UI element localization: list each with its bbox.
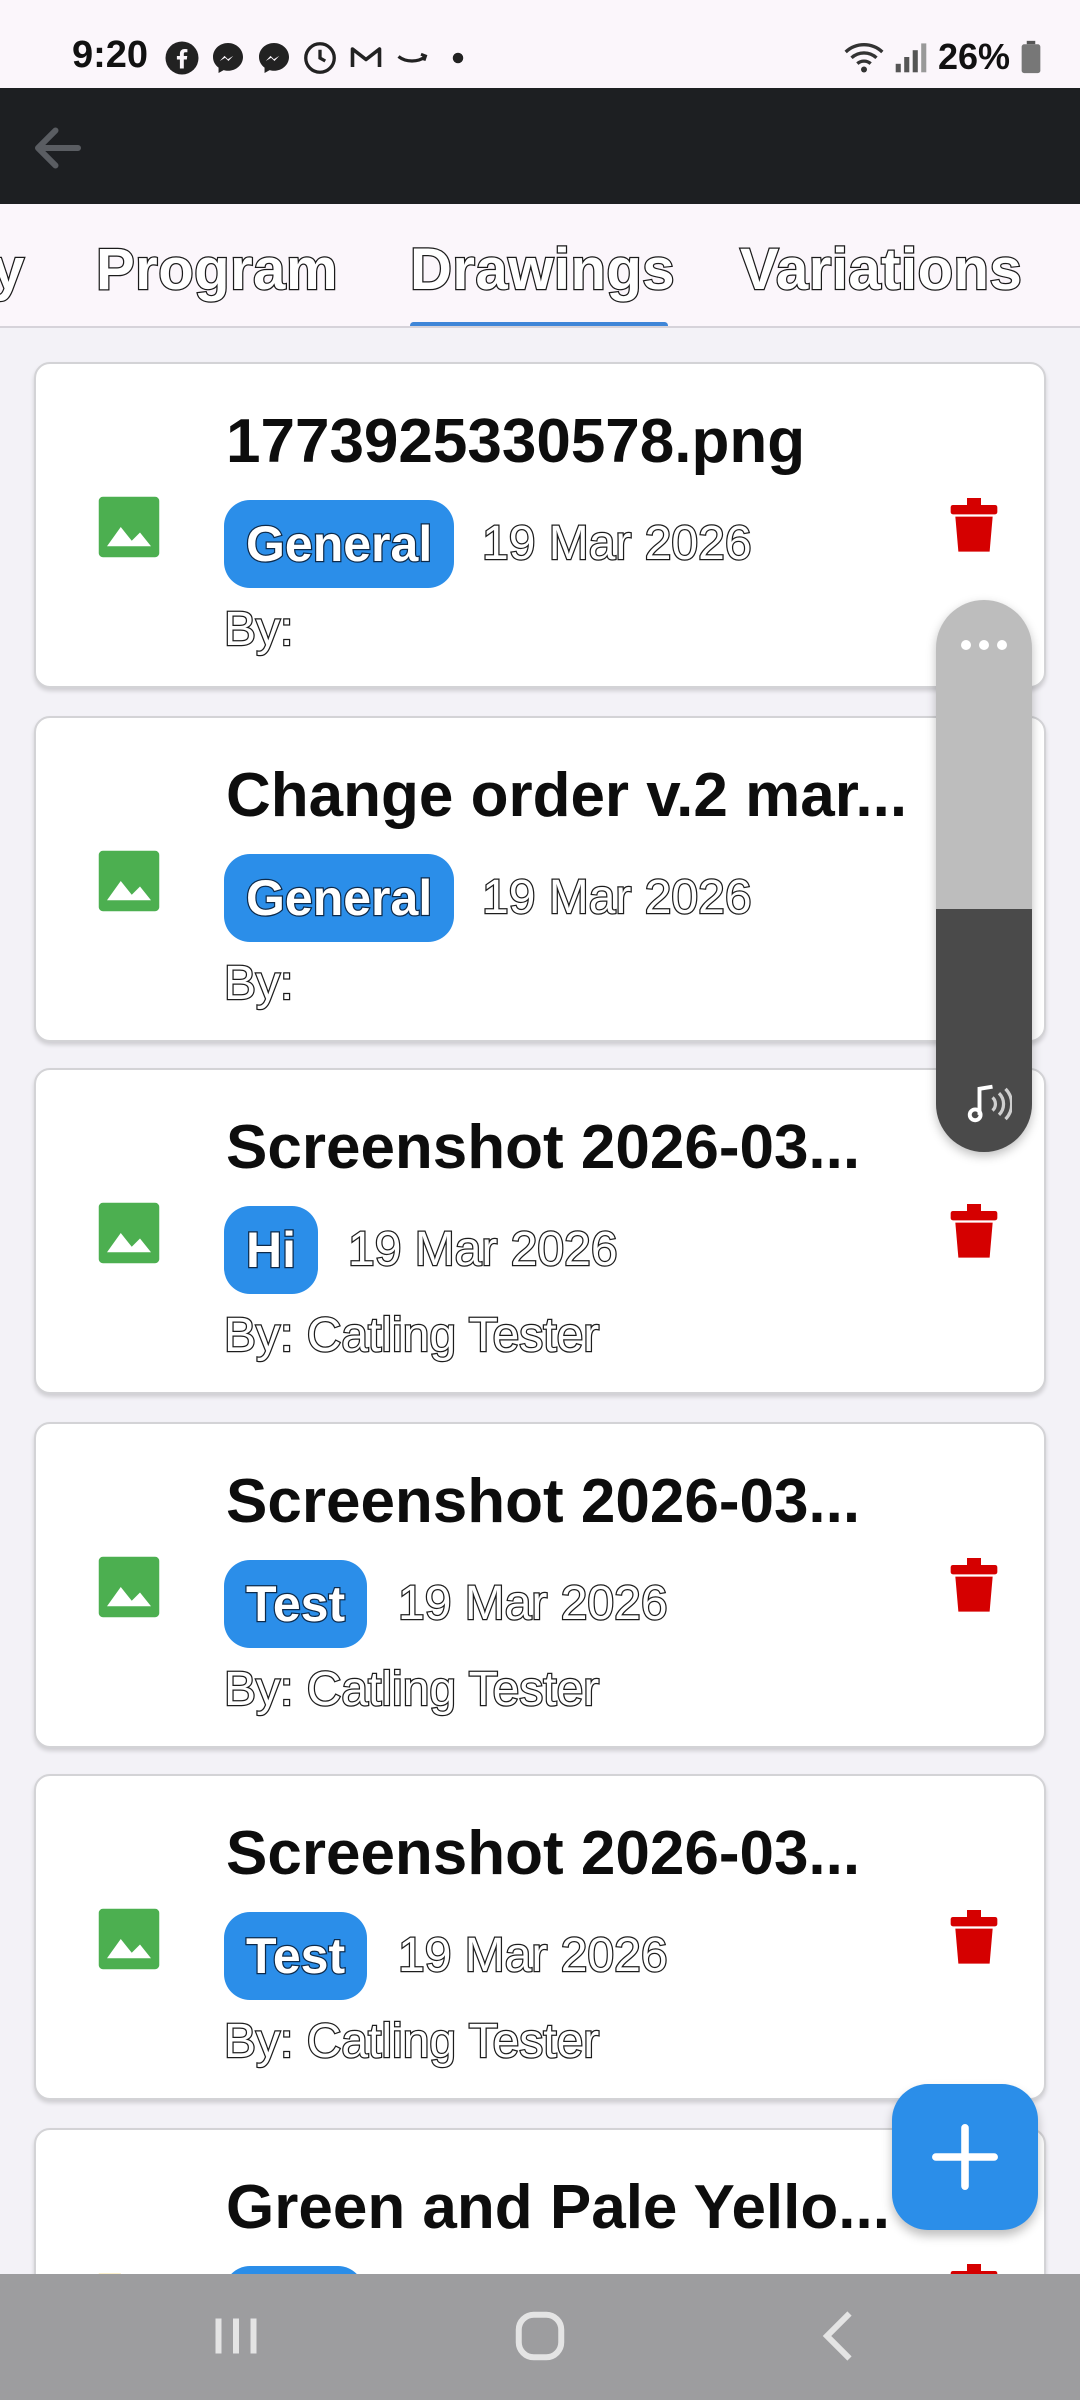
document-author: By: Catling Tester	[223, 2014, 601, 2070]
image-icon	[98, 1202, 160, 1264]
document-title: Screenshot 2026-03...	[226, 1819, 861, 1888]
plus-icon	[932, 2124, 998, 2190]
signal-icon	[895, 43, 927, 73]
image-icon	[98, 1908, 160, 1970]
system-nav-bar	[0, 2274, 1080, 2400]
status-bar: 9:20 26%	[0, 0, 1080, 88]
document-card[interactable]: Screenshot 2026-03... Test 19 Mar 2026 B…	[34, 1774, 1046, 2100]
home-icon[interactable]	[510, 2306, 570, 2366]
document-date: 19 Mar 2026	[347, 1222, 619, 1278]
image-icon	[98, 496, 160, 558]
document-date: 19 Mar 2026	[397, 1928, 669, 1984]
document-title: Change order v.2 mar...	[226, 761, 908, 830]
document-card[interactable]: Change order v.2 mar... General 19 Mar 2…	[34, 716, 1046, 1042]
volume-panel[interactable]	[936, 600, 1032, 1152]
document-card[interactable]: Screenshot 2026-03... Test 19 Mar 2026 B…	[34, 1422, 1046, 1748]
document-author: By:	[223, 602, 295, 658]
image-icon	[98, 1556, 160, 1618]
tab-selected-indicator	[410, 322, 668, 326]
battery-percent: 26%	[937, 36, 1010, 77]
messenger-icon	[213, 43, 243, 73]
more-options-icon[interactable]	[958, 638, 1010, 652]
document-card[interactable]: Screenshot 2026-03... Hi 19 Mar 2026 By:…	[34, 1068, 1046, 1394]
delete-icon[interactable]	[950, 1910, 998, 1966]
back-arrow-icon[interactable]	[28, 118, 88, 178]
document-author: By: Catling Tester	[223, 1662, 601, 1718]
document-title: Green and Pale Yello...	[226, 2173, 890, 2242]
battery-icon	[1021, 40, 1041, 74]
category-chip: Test	[224, 1912, 368, 2000]
category-chip: General	[224, 500, 455, 588]
recent-apps-icon[interactable]	[206, 2306, 266, 2366]
delete-icon[interactable]	[950, 1558, 998, 1614]
document-card[interactable]: 1773925330578.png General 19 Mar 2026 By…	[34, 362, 1046, 688]
app-bar	[0, 88, 1080, 204]
tab-bar: y Program Drawings Variations	[0, 204, 1080, 328]
messenger-icon	[259, 43, 289, 73]
document-date: 19 Mar 2026	[397, 1576, 669, 1632]
dot-icon	[452, 52, 464, 64]
tab-partial[interactable]: y	[0, 236, 26, 304]
document-title: Screenshot 2026-03...	[226, 1467, 861, 1536]
document-title: 1773925330578.png	[226, 407, 806, 476]
document-date: 19 Mar 2026	[481, 516, 753, 572]
add-document-button[interactable]	[892, 2084, 1038, 2230]
tab-variations[interactable]: Variations	[739, 236, 1023, 304]
category-chip: General	[224, 854, 455, 942]
category-chip: Hi	[224, 1206, 318, 1294]
amazon-icon	[397, 52, 428, 63]
delete-icon[interactable]	[950, 498, 998, 554]
delete-icon[interactable]	[950, 1204, 998, 1260]
gmail-icon	[350, 47, 382, 67]
clock-icon	[304, 42, 336, 74]
document-title: Screenshot 2026-03...	[226, 1113, 861, 1182]
status-time: 9:20	[72, 34, 149, 76]
back-icon[interactable]	[812, 2306, 872, 2366]
wifi-icon	[844, 43, 884, 73]
tab-drawings[interactable]: Drawings	[409, 236, 676, 304]
notification-icons	[164, 40, 476, 76]
document-author: By:	[223, 956, 295, 1012]
document-author: By: Catling Tester	[223, 1308, 601, 1364]
category-chip: Test	[224, 1560, 368, 1648]
tab-program[interactable]: Program	[95, 236, 339, 304]
document-date: 19 Mar 2026	[481, 870, 753, 926]
image-icon	[98, 850, 160, 912]
media-volume-icon[interactable]	[960, 1078, 1012, 1130]
facebook-icon	[165, 41, 199, 75]
status-right: 26%	[844, 36, 1042, 78]
